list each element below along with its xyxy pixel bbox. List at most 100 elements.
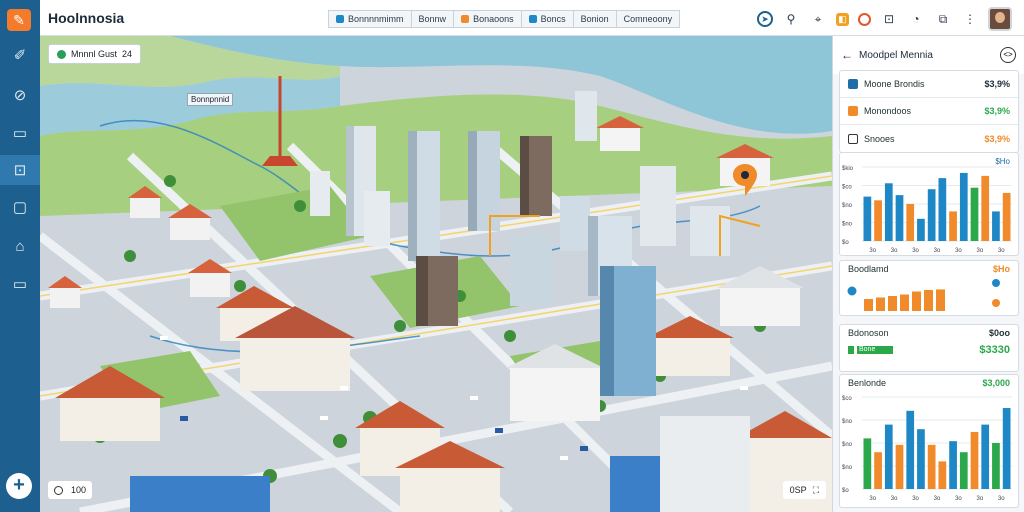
metric-value: $3,9% <box>984 79 1010 89</box>
bar-chart-3: $co $no $no $no $o 3o 3o 3o 3o 3o 3o 3o <box>842 396 1012 502</box>
chart-card-2: Boodlamd $Ho <box>839 260 1019 316</box>
tab-label: Bonnnnmimm <box>348 14 404 24</box>
bar <box>863 438 872 489</box>
tab-5[interactable]: Comneoony <box>616 10 681 28</box>
bar <box>895 444 904 489</box>
area-bar <box>900 294 909 311</box>
city-map[interactable]: Mnnnl Gust 24 Bonnpnnid 100 0SP ⛶ <box>40 36 832 512</box>
tab-label: Boncs <box>540 14 566 24</box>
area-chart-2 <box>847 279 1000 311</box>
avatar[interactable] <box>988 7 1012 31</box>
zoom-control[interactable]: 100 <box>48 481 93 499</box>
bar <box>992 443 1000 489</box>
legend-dot <box>847 286 857 296</box>
area-bar <box>936 289 945 311</box>
top-bar: Hoolnnosia Bonnnnmimm Bonnw Bonaoons Boncs B… <box>40 0 1024 36</box>
y-tick-label: $kio <box>842 166 854 172</box>
metric-icon <box>848 79 858 89</box>
metric-label: Moone Brondis <box>864 79 925 89</box>
add-button[interactable]: + <box>6 473 32 499</box>
pen-icon[interactable]: ✎ <box>7 9 31 31</box>
zoom-level: 100 <box>71 485 87 495</box>
tab-2[interactable]: Bonaoons <box>454 10 522 28</box>
x-tick-label: 3o <box>934 248 941 254</box>
tab-4[interactable]: Bonion <box>573 10 617 28</box>
legend-dot <box>992 279 1000 287</box>
scale-control[interactable]: 0SP ⛶ <box>782 481 826 499</box>
place-label[interactable]: Bonnpnnid <box>187 93 234 106</box>
bar <box>863 196 872 241</box>
chart-card-1: $Ho $kio $co $no $no $o 3o 3o 3o 3o 3o 3o 3o <box>839 152 1019 256</box>
notification-icon[interactable]: ⊡ <box>880 10 898 28</box>
y-tick-label: $o <box>842 488 849 494</box>
shield-icon[interactable]: ▢ <box>0 192 40 222</box>
fullscreen-icon[interactable]: ⛶ <box>813 485 819 496</box>
chart-icon[interactable]: ▭ <box>0 118 40 148</box>
area-bar <box>876 297 885 311</box>
chart3-value: $3,000 <box>982 378 1010 388</box>
app-title: Hoolnnosia <box>48 10 125 26</box>
metric-row[interactable]: Snooes $3,9% <box>840 125 1018 152</box>
x-tick-label: 3o <box>869 496 876 502</box>
more-icon[interactable]: ⋮ <box>961 10 979 28</box>
bar <box>906 410 915 489</box>
compass-icon[interactable]: ⊘ <box>0 80 40 110</box>
y-tick-label: $no <box>842 442 853 448</box>
map-canvas <box>40 36 832 512</box>
tab-0[interactable]: Bonnnnmimm <box>328 10 412 28</box>
search-chip[interactable]: Mnnnl Gust 24 <box>48 44 142 64</box>
metric-label: Snooes <box>864 133 895 144</box>
brush-icon[interactable]: ✐ <box>0 40 40 70</box>
expand-icon[interactable]: <> <box>1000 47 1016 63</box>
x-tick-label: 3o <box>869 248 876 254</box>
metric-row[interactable]: Monondoos $3,9% <box>840 98 1018 125</box>
tab-label: Bonaoons <box>473 14 514 24</box>
area-bar <box>888 296 897 311</box>
tab-label: Bonnw <box>418 14 447 24</box>
x-tick-label: 3o <box>977 496 984 502</box>
bar <box>970 187 979 241</box>
search-icon[interactable]: ⚲ <box>782 10 800 28</box>
bar <box>970 431 979 489</box>
compass-icon[interactable]: ➤ <box>757 11 773 27</box>
metric-value: $3,9% <box>984 133 1010 144</box>
chart2-title: Boodlamd <box>848 264 889 274</box>
y-tick-label: $no <box>842 465 853 471</box>
share-icon[interactable]: ⧉ <box>934 10 952 28</box>
tab-1[interactable]: Bonnw <box>411 10 455 28</box>
x-tick-label: 3o <box>912 248 919 254</box>
search-chip-suffix: 24 <box>122 49 133 59</box>
layers-icon[interactable]: ◧ <box>836 12 849 26</box>
bar <box>938 178 947 241</box>
bar <box>927 444 936 489</box>
x-tick-label: 3o <box>891 248 898 254</box>
image-icon[interactable]: ▭ <box>0 269 40 299</box>
bar <box>949 441 957 489</box>
x-tick-label: 3o <box>977 248 984 254</box>
metrics-list: Moone Brondis $3,9% Monondoos $3,9% Snooes $3… <box>839 70 1019 153</box>
location-icon[interactable]: ⌖ <box>809 10 827 28</box>
trend-icon[interactable]: ⊡ <box>0 155 40 185</box>
stat-bar: Bone <box>848 346 893 354</box>
panel-header: ← Moodpel Mennia <> <box>833 36 1024 74</box>
stat-top-value: $0oo <box>988 328 1010 338</box>
locate-icon[interactable] <box>54 485 63 495</box>
building-icon[interactable]: ⌂ <box>0 231 40 261</box>
search-chip-label: Mnnnl Gust <box>71 49 118 59</box>
metrics-panel: ← Moodpel Mennia <> Moone Brondis $3,9% Mo… <box>832 36 1024 512</box>
chat-icon[interactable]: ◔ <box>907 10 925 28</box>
bar <box>981 175 990 241</box>
back-arrow-icon[interactable]: ← <box>841 48 859 62</box>
y-tick-label: $no <box>842 222 853 228</box>
metric-row[interactable]: Moone Brondis $3,9% <box>840 71 1018 98</box>
stat-value: $3330 <box>979 344 1010 356</box>
status-dot-icon <box>57 49 66 59</box>
tab-3[interactable]: Boncs <box>521 10 574 28</box>
bar <box>959 452 968 489</box>
chart-header: $Ho <box>995 157 1010 166</box>
record-icon[interactable] <box>858 12 871 26</box>
bar-chart-1: $Ho $kio $co $no $no $o 3o 3o 3o 3o 3o 3o 3o <box>842 157 1012 254</box>
area-bar <box>864 299 873 311</box>
bar <box>1002 192 1011 241</box>
x-tick-label: 3o <box>891 496 898 502</box>
